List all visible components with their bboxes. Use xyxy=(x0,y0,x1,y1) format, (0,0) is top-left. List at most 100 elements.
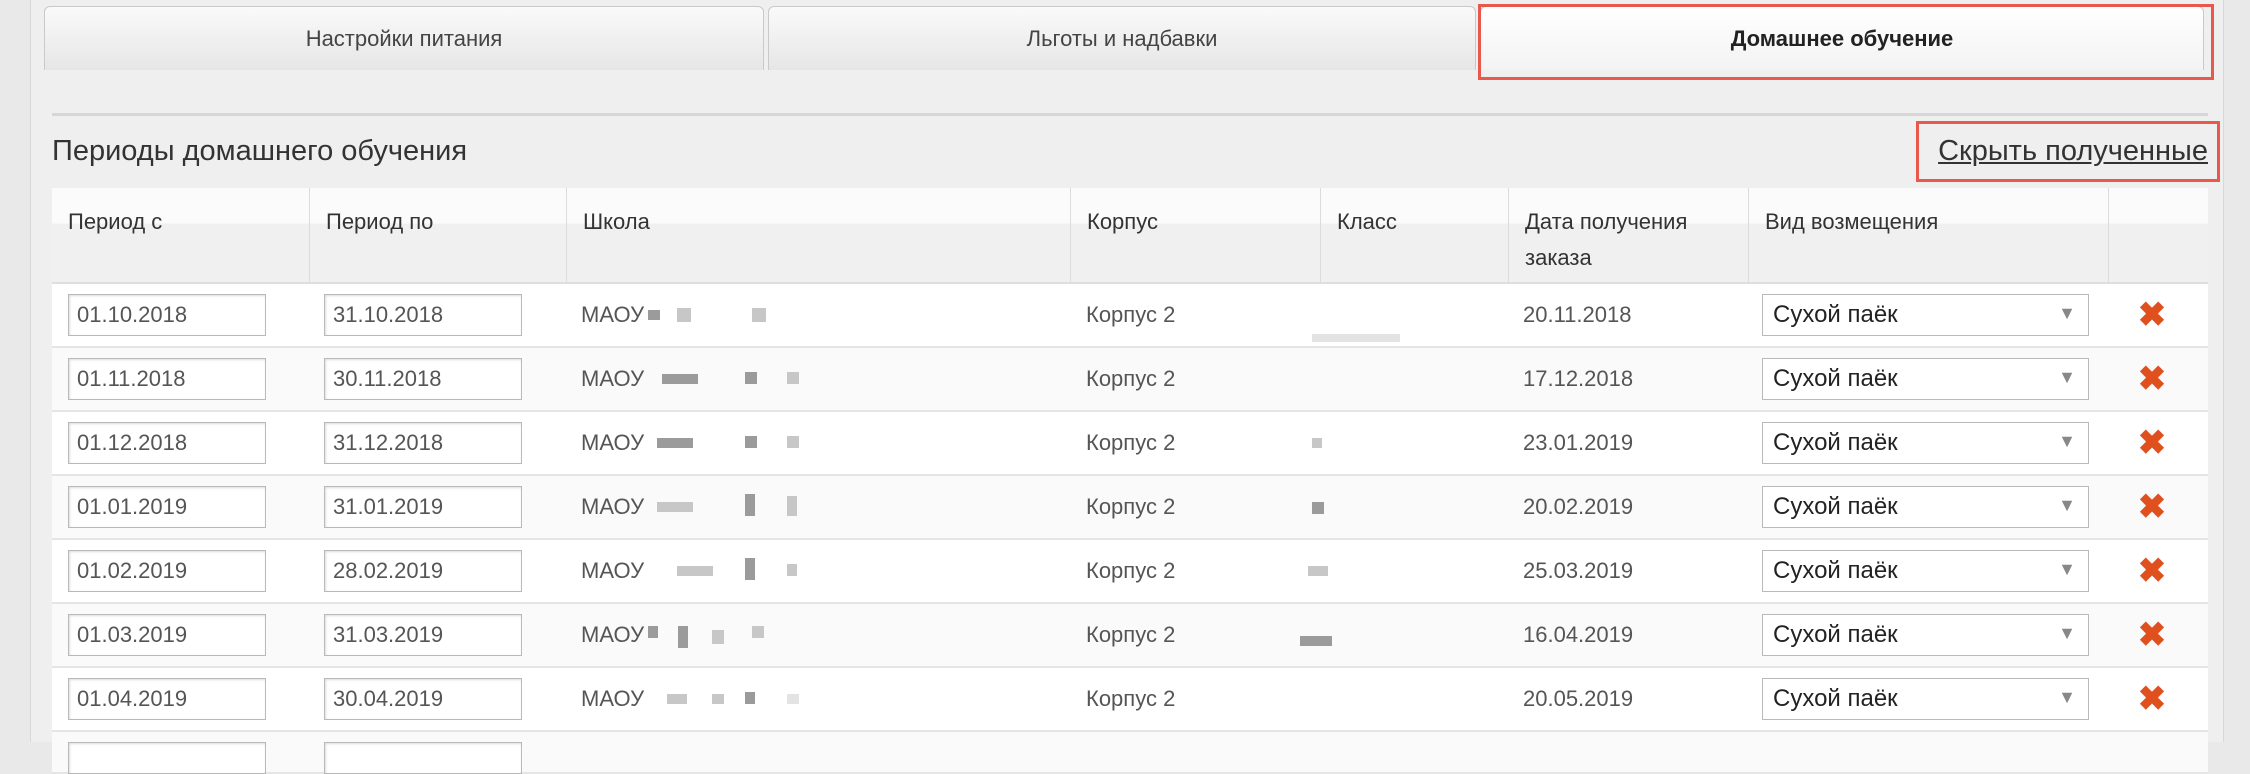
redacted-school-name xyxy=(787,496,797,516)
period-from-input[interactable] xyxy=(68,294,266,336)
redacted-school-name xyxy=(677,308,691,322)
building-cell: Корпус 2 xyxy=(1086,686,1176,711)
close-icon[interactable]: ✖ xyxy=(2132,290,2172,340)
order-date-cell: 17.12.2018 xyxy=(1523,366,1634,391)
header-period-from: Период с xyxy=(52,188,309,282)
order-date-cell: 16.04.2019 xyxy=(1523,622,1634,647)
header-actions xyxy=(2108,188,2208,282)
close-icon[interactable]: ✖ xyxy=(2132,674,2172,724)
select-value: Сухой паёк xyxy=(1773,493,1898,520)
period-to-input[interactable] xyxy=(324,742,522,774)
redacted-school-name xyxy=(745,436,757,448)
select-value: Сухой паёк xyxy=(1773,557,1898,584)
header-building: Корпус xyxy=(1070,188,1320,282)
redacted-school-name xyxy=(745,558,755,580)
redacted-school-name xyxy=(712,694,724,704)
period-to-input[interactable] xyxy=(324,358,522,400)
school-cell: МАОУ xyxy=(581,366,645,391)
home-schooling-table: Период с Период по Школа Корпус Класс Да… xyxy=(52,188,2208,774)
order-date-cell: 20.02.2019 xyxy=(1523,494,1634,519)
period-to-input[interactable] xyxy=(324,486,522,528)
school-cell: МАОУ xyxy=(581,686,645,711)
building-cell: Корпус 2 xyxy=(1086,302,1176,327)
period-from-input[interactable] xyxy=(68,742,266,774)
compensation-select[interactable]: Сухой паёк ▼ xyxy=(1762,358,2089,400)
close-icon[interactable]: ✖ xyxy=(2132,482,2172,532)
period-from-input[interactable] xyxy=(68,422,266,464)
compensation-select[interactable]: Сухой паёк ▼ xyxy=(1762,614,2089,656)
chevron-down-icon: ▼ xyxy=(2058,495,2076,515)
header-order-date: Дата получения заказа xyxy=(1508,188,1748,282)
select-value: Сухой паёк xyxy=(1773,301,1898,328)
redacted-school-name xyxy=(662,374,698,384)
close-icon[interactable]: ✖ xyxy=(2132,610,2172,660)
redacted-school-name xyxy=(745,494,755,516)
compensation-select[interactable]: Сухой паёк ▼ xyxy=(1762,422,2089,464)
redacted-school-name xyxy=(648,626,658,638)
chevron-down-icon: ▼ xyxy=(2058,687,2076,707)
chevron-down-icon: ▼ xyxy=(2058,623,2076,643)
redacted-school-name xyxy=(657,502,693,512)
redacted-school-name xyxy=(678,626,688,648)
building-cell: Корпус 2 xyxy=(1086,622,1176,647)
compensation-select[interactable]: Сухой паёк ▼ xyxy=(1762,678,2089,720)
table-header: Период с Период по Школа Корпус Класс Да… xyxy=(52,188,2208,284)
school-cell: МАОУ xyxy=(581,430,645,455)
period-from-input[interactable] xyxy=(68,614,266,656)
period-from-input[interactable] xyxy=(68,358,266,400)
building-cell: Корпус 2 xyxy=(1086,558,1176,583)
order-date-cell: 20.05.2019 xyxy=(1523,686,1634,711)
redacted-school-name xyxy=(648,310,660,320)
tab-benefits[interactable]: Льготы и надбавки xyxy=(768,6,1476,70)
table-row: МАОУ Корпус 2 16.04.2019 Сухой паёк ▼ ✖ xyxy=(52,604,2208,668)
select-value: Сухой паёк xyxy=(1773,685,1898,712)
tab-label: Льготы и надбавки xyxy=(1026,25,1218,51)
redacted-school-name xyxy=(745,692,755,704)
period-from-input[interactable] xyxy=(68,678,266,720)
tab-label: Домашнее обучение xyxy=(1730,25,1954,51)
tab-divider xyxy=(52,113,2208,116)
tab-label: Настройки питания xyxy=(305,25,503,51)
redacted-school-name xyxy=(712,630,724,644)
redacted-class xyxy=(1308,566,1328,576)
period-from-input[interactable] xyxy=(68,550,266,592)
compensation-select[interactable]: Сухой паёк ▼ xyxy=(1762,294,2089,336)
period-to-input[interactable] xyxy=(324,294,522,336)
close-icon[interactable]: ✖ xyxy=(2132,418,2172,468)
select-value: Сухой паёк xyxy=(1773,429,1898,456)
select-value: Сухой паёк xyxy=(1773,365,1898,392)
header-compensation: Вид возмещения xyxy=(1748,188,2108,282)
chevron-down-icon: ▼ xyxy=(2058,559,2076,579)
redacted-class xyxy=(1312,502,1324,514)
building-cell: Корпус 2 xyxy=(1086,430,1176,455)
order-date-cell: 23.01.2019 xyxy=(1523,430,1634,455)
tab-home-schooling[interactable]: Домашнее обучение xyxy=(1480,6,2204,70)
close-icon[interactable]: ✖ xyxy=(2132,354,2172,404)
period-to-input[interactable] xyxy=(324,422,522,464)
tab-nutrition-settings[interactable]: Настройки питания xyxy=(44,6,764,70)
chevron-down-icon: ▼ xyxy=(2058,303,2076,323)
school-cell: МАОУ xyxy=(581,622,645,647)
redacted-school-name xyxy=(787,372,799,384)
table-row: МАОУ Корпус 2 23.01.2019 Сухой паёк ▼ ✖ xyxy=(52,412,2208,476)
period-to-input[interactable] xyxy=(324,550,522,592)
period-to-input[interactable] xyxy=(324,614,522,656)
compensation-select[interactable]: Сухой паёк ▼ xyxy=(1762,486,2089,528)
chevron-down-icon: ▼ xyxy=(2058,431,2076,451)
redacted-class xyxy=(1300,636,1332,646)
period-to-input[interactable] xyxy=(324,678,522,720)
table-row: МАОУ Корпус 2 17.12.2018 Сухой паёк ▼ ✖ xyxy=(52,348,2208,412)
table-row-partial xyxy=(52,732,2208,774)
tab-bar: Настройки питания Льготы и надбавки Дома… xyxy=(44,6,2212,72)
period-from-input[interactable] xyxy=(68,486,266,528)
redacted-school-name xyxy=(657,438,693,448)
header-period-to: Период по xyxy=(309,188,566,282)
hide-received-link[interactable]: Скрыть полученные xyxy=(1938,135,2208,168)
building-cell: Корпус 2 xyxy=(1086,366,1176,391)
compensation-select[interactable]: Сухой паёк ▼ xyxy=(1762,550,2089,592)
header-school: Школа xyxy=(566,188,1070,282)
school-cell: МАОУ xyxy=(581,302,645,327)
redacted-school-name xyxy=(667,694,687,704)
close-icon[interactable]: ✖ xyxy=(2132,546,2172,596)
building-cell: Корпус 2 xyxy=(1086,494,1176,519)
